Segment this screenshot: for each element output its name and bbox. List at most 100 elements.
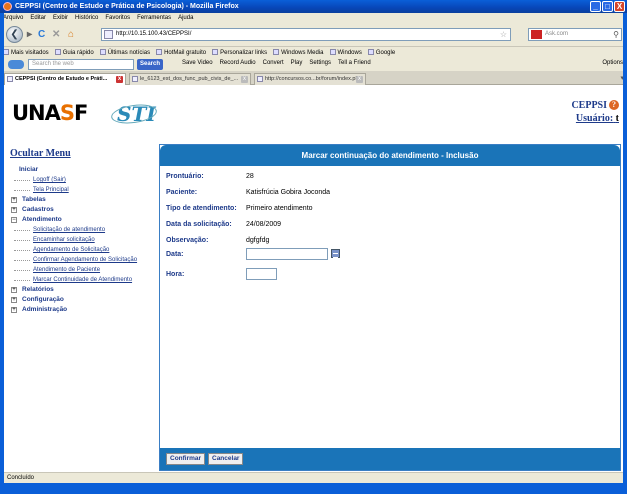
- navigation-toolbar: ❮ ▸ C ✕ ⌂ http://10.15.100.43/CEPPSI/ ☆ …: [0, 23, 627, 47]
- tab-close-icon[interactable]: x: [116, 76, 123, 83]
- home-icon[interactable]: ⌂: [68, 29, 74, 40]
- sidebar-menu: Ocultar Menu Iniciar Logoff (Sair) Tela …: [10, 148, 155, 315]
- url-text: http://10.15.100.43/CEPPSI/: [116, 31, 192, 37]
- back-button[interactable]: ❮: [6, 26, 23, 43]
- bookmark-item[interactable]: HotMail gratuito: [156, 49, 206, 56]
- menu-item-agendamento[interactable]: Agendamento de Solicitação: [10, 245, 155, 255]
- menu-item-solicitacao[interactable]: Solicitação de atendimento: [10, 225, 155, 235]
- toolbar-options-button[interactable]: Options: [602, 60, 623, 66]
- forward-arrow-icon[interactable]: ▸: [27, 29, 32, 40]
- confirm-button[interactable]: Confirmar: [166, 453, 206, 465]
- bookmark-item[interactable]: Google: [367, 49, 395, 56]
- value-observacao: dgfgfdg: [246, 237, 270, 244]
- page-content: UNASF STI CEPPSI? Usuário: t Ocultar Men…: [4, 86, 623, 471]
- menu-item-confirmar-agendamento[interactable]: Confirmar Agendamento de Solicitação: [10, 255, 155, 265]
- menu-section-tabelas[interactable]: + Tabelas: [10, 195, 155, 205]
- menu-favoritos[interactable]: Favoritos: [105, 15, 130, 21]
- window-title: CEPPSI (Centro de Estudo e Prática de Ps…: [15, 3, 239, 10]
- label-tipo-atendimento: Tipo de atendimento:: [166, 205, 237, 212]
- menu-section-relatorios[interactable]: + Relatórios: [10, 285, 155, 295]
- play-button[interactable]: Play: [291, 60, 303, 66]
- window-frame-bottom: [0, 483, 627, 494]
- tab-favicon-icon: [257, 76, 263, 82]
- tab-ceppsi[interactable]: CEPPSI (Centro de Estudo e Práti... x: [4, 73, 126, 85]
- expand-icon[interactable]: +: [11, 197, 17, 203]
- bookmark-star-icon[interactable]: ☆: [500, 29, 507, 40]
- collapse-icon[interactable]: −: [11, 217, 17, 223]
- menu-section-administracao[interactable]: + Administração: [10, 305, 155, 315]
- univasf-logo: UNASF: [12, 101, 88, 125]
- user-info[interactable]: Usuário: t: [571, 113, 619, 124]
- url-bar[interactable]: http://10.15.100.43/CEPPSI/ ☆: [101, 28, 511, 41]
- menu-ajuda[interactable]: Ajuda: [178, 15, 193, 21]
- browser-search-box[interactable]: Ask.com ⚲: [528, 28, 622, 41]
- tell-a-friend-button[interactable]: Tell a Friend: [338, 60, 371, 66]
- menu-section-atendimento[interactable]: − Atendimento: [10, 215, 155, 225]
- help-icon[interactable]: ?: [609, 100, 619, 110]
- hora-input[interactable]: [246, 268, 277, 280]
- bookmark-item[interactable]: Mais visitados: [3, 49, 49, 56]
- bookmark-item[interactable]: Guia rápido: [54, 49, 94, 56]
- menu-editar[interactable]: Editar: [30, 15, 46, 21]
- close-button[interactable]: X: [614, 1, 625, 12]
- calendar-icon[interactable]: [331, 249, 340, 258]
- bookmark-item[interactable]: Windows Media: [273, 49, 324, 56]
- menu-ferramentas[interactable]: Ferramentas: [137, 15, 171, 21]
- sti-logo: STI: [109, 101, 159, 127]
- bookmark-icon: [99, 49, 106, 55]
- menu-section-iniciar[interactable]: Iniciar: [10, 165, 155, 175]
- data-input[interactable]: [246, 248, 328, 260]
- menu-arquivo[interactable]: Arquivo: [3, 15, 23, 21]
- bookmark-item[interactable]: Windows: [329, 49, 362, 56]
- google-icon: [367, 49, 374, 55]
- menu-historico[interactable]: Histórico: [75, 15, 98, 21]
- hide-menu-link[interactable]: Ocultar Menu: [10, 148, 155, 159]
- menu-section-configuracao[interactable]: + Configuração: [10, 295, 155, 305]
- settings-button[interactable]: Settings: [309, 60, 331, 66]
- window-titlebar: CEPPSI (Centro de Estudo e Prática de Ps…: [0, 0, 627, 13]
- record-audio-button[interactable]: Record Audio: [220, 60, 256, 66]
- minimize-button[interactable]: _: [590, 1, 601, 12]
- tab-close-icon[interactable]: x: [241, 76, 248, 83]
- reload-icon[interactable]: C: [38, 29, 45, 40]
- window-frame-left: [0, 13, 4, 483]
- page-favicon-icon: [104, 30, 113, 39]
- ask-engine-icon[interactable]: [531, 30, 542, 39]
- stop-icon[interactable]: ✕: [52, 29, 60, 40]
- cancel-button[interactable]: Cancelar: [208, 453, 244, 465]
- toolbar-items: Save Video Record Audio Convert Play Set…: [182, 60, 371, 66]
- menu-section-cadastros[interactable]: + Cadastros: [10, 205, 155, 215]
- back-arrow-icon: ❮: [10, 29, 19, 40]
- form-panel: Marcar continuação do atendimento - Incl…: [159, 144, 621, 471]
- menu-item-tela-principal[interactable]: Tela Principal: [10, 185, 155, 195]
- web-search-input[interactable]: Search the web: [28, 59, 134, 70]
- menu-exibir[interactable]: Exibir: [53, 15, 68, 21]
- form-title: Marcar continuação do atendimento - Incl…: [160, 145, 620, 166]
- status-bar: Concluído: [4, 472, 623, 483]
- menu-item-marcar-continuidade[interactable]: Marcar Continuidade de Atendimento: [10, 275, 155, 285]
- expand-icon[interactable]: +: [11, 307, 17, 313]
- bookmark-item[interactable]: Personalizar links: [212, 49, 267, 56]
- expand-icon[interactable]: +: [11, 297, 17, 303]
- search-icon[interactable]: ⚲: [613, 29, 619, 40]
- label-prontuario: Prontuário:: [166, 173, 204, 180]
- menu-item-logoff[interactable]: Logoff (Sair): [10, 175, 155, 185]
- menu-tree: Iniciar Logoff (Sair) Tela Principal + Ta…: [10, 165, 155, 315]
- value-paciente: Katisfrúcia Gobira Joconda: [246, 189, 331, 196]
- tab-close-icon[interactable]: x: [356, 76, 363, 83]
- convert-button[interactable]: Convert: [263, 60, 284, 66]
- web-search-button[interactable]: Search: [137, 59, 164, 70]
- tab-pdf-document[interactable]: le_6123_est_dos_func_pub_civis_de_... x: [129, 73, 251, 85]
- expand-icon[interactable]: +: [11, 207, 17, 213]
- toolbar-logo-icon[interactable]: [8, 60, 24, 69]
- form-footer: Confirmar Cancelar: [160, 448, 620, 470]
- menu-item-encaminhar[interactable]: Encaminhar solicitação: [10, 235, 155, 245]
- bookmarks-bar: Mais visitados Guia rápido Últimas notíc…: [0, 47, 627, 58]
- expand-icon[interactable]: +: [11, 287, 17, 293]
- maximize-button[interactable]: □: [602, 1, 613, 12]
- bookmark-item[interactable]: Últimas notícias: [99, 49, 150, 56]
- menu-item-atendimento-paciente[interactable]: Atendimento de Paciente: [10, 265, 155, 275]
- save-video-button[interactable]: Save Video: [182, 60, 213, 66]
- tab-forum[interactable]: http://concursos.co...br/forum/index.php…: [254, 73, 366, 85]
- addon-search-toolbar: Search the web Search Save Video Record …: [0, 58, 627, 71]
